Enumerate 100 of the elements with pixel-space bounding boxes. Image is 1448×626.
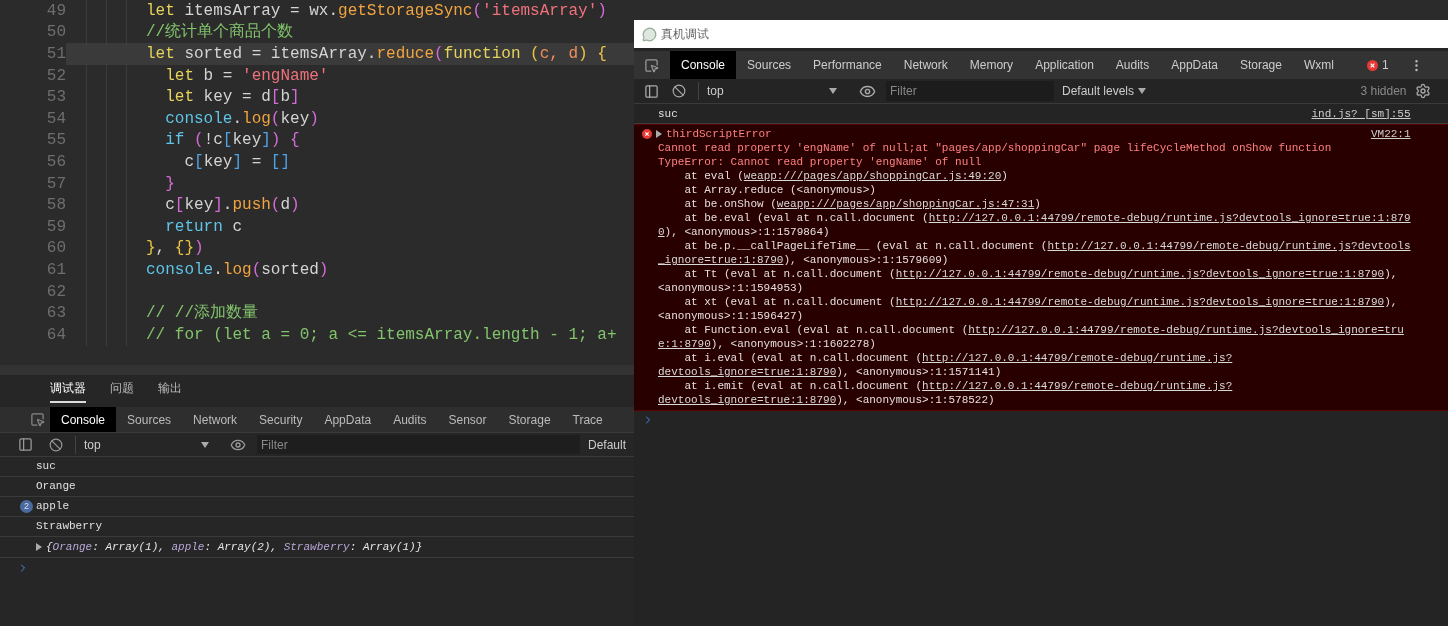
devtools-tab[interactable]: Audits: [382, 407, 438, 432]
devtools-tab[interactable]: Sensor: [437, 407, 498, 432]
filter-field[interactable]: Filter: [257, 435, 580, 454]
clear-console-icon[interactable]: [49, 437, 63, 452]
clear-console-icon[interactable]: [672, 84, 686, 98]
stack-frame-text: at Function.eval (eval at n.call.document (: [683, 323, 969, 337]
devtools-tab[interactable]: Console: [670, 51, 737, 79]
line-number: 55: [45, 130, 66, 152]
line-number: 56: [45, 151, 66, 173]
code-line: c[key].push(d): [164, 197, 300, 214]
code-line: let key = d[b]: [164, 89, 300, 106]
stack-link[interactable]: weapp:///pages/app/shoppingCar.js:49:20: [743, 169, 1002, 183]
levels-dropdown[interactable]: Default: [588, 435, 627, 454]
devtools-tab[interactable]: Sources: [736, 51, 803, 79]
devtools-tab[interactable]: Sources: [116, 407, 183, 432]
stack-frame-text: ), <anonymous>:1:1579864): [664, 225, 830, 239]
stack-frame-text: at i.emit (eval at n.call.document (: [683, 379, 923, 393]
error-text: TypeError: Cannot read property 'engName' of null: [658, 155, 982, 169]
stack-frame-text: ), <anonymous>:1:1571141): [836, 365, 1002, 379]
log-message: suc: [36, 459, 56, 475]
stack-link[interactable]: e:1:8790: [658, 337, 711, 351]
caret-icon: [1138, 88, 1147, 94]
devtools-tab[interactable]: Performance: [802, 51, 893, 79]
panel-tab[interactable]: 输出: [158, 379, 182, 403]
code-line: //统计单个商品个数: [146, 24, 294, 41]
stack-link[interactable]: http://127.0.0.1:44799/remote-debug/runtime.js?devtools: [1047, 239, 1411, 253]
stack-link[interactable]: 0: [658, 225, 665, 239]
stack-link[interactable]: http://127.0.0.1:44799/remote-debug/runtime.js?devtools_ignore=true:1:8790: [895, 295, 1385, 309]
context-select[interactable]: top: [698, 82, 843, 100]
panel-tab[interactable]: 调试器: [50, 379, 86, 403]
line-number: 59: [45, 216, 66, 238]
stack-link[interactable]: http://127.0.0.1:44799/remote-debug/runtime.js?: [922, 351, 1233, 365]
stack-link[interactable]: weapp:///pages/app/shoppingCar.js:47:31: [776, 197, 1035, 211]
code-line: let itemsArray = wx.getStorageSync('itemsArray'): [146, 2, 607, 19]
panel-tab[interactable]: 问题: [110, 379, 134, 403]
log-message: Orange: [36, 479, 76, 495]
stack-frame-text: ),: [1384, 295, 1398, 309]
expand-triangle-icon[interactable]: [656, 130, 662, 138]
repeat-count-badge: 2: [20, 500, 33, 513]
devtools-tab[interactable]: Console: [50, 407, 117, 432]
stack-frame-text: <anonymous>:1:1596427): [658, 309, 804, 323]
error-title[interactable]: thirdScriptError: [666, 127, 772, 141]
object-preview[interactable]: {Orange: Array(1), apple: Array(2), Strawberry: Array(1)}: [46, 538, 423, 556]
inspect-icon[interactable]: [30, 412, 45, 427]
line-number: 51: [45, 44, 66, 65]
devtools-tab[interactable]: Memory: [958, 51, 1025, 79]
line-number: 52: [45, 65, 66, 87]
error-icon: [1366, 59, 1378, 71]
devtools-tab[interactable]: Storage: [1228, 51, 1293, 79]
stack-link[interactable]: http://127.0.0.1:44799/remote-debug/runtime.js?devtools_ignore=tru: [968, 323, 1404, 337]
context-select[interactable]: top: [75, 435, 213, 454]
stack-frame-text: at i.eval (eval at n.call.document (: [683, 351, 923, 365]
stack-frame-text: ): [1001, 169, 1008, 183]
caret-icon: [829, 88, 837, 94]
source-link[interactable]: VM22:1: [1370, 127, 1411, 141]
log-message: Strawberry: [36, 519, 102, 535]
sidebar-toggle-icon[interactable]: [18, 437, 33, 452]
line-number: 54: [45, 108, 66, 130]
stack-frame-text: at xt (eval at n.call.document (: [683, 295, 896, 309]
code-line: if (!c[key]) {: [164, 132, 300, 149]
stack-link[interactable]: _ignore=true:1:8790: [658, 253, 784, 267]
stack-link[interactable]: http://127.0.0.1:44799/remote-debug/runtime.js?devtools_ignore=true:1:8790: [895, 267, 1385, 281]
devtools-tab[interactable]: Network: [892, 51, 959, 79]
hidden-count: 3 hidden: [1360, 83, 1407, 100]
devtools-tab[interactable]: AppData: [1160, 51, 1229, 79]
window-title: 真机调试: [661, 26, 709, 43]
devtools-tab[interactable]: AppData: [313, 407, 383, 432]
inspect-icon[interactable]: [644, 57, 659, 73]
chat-bubble-icon: [642, 26, 657, 42]
sidebar-toggle-icon[interactable]: [644, 83, 659, 99]
devtools-tab[interactable]: Audits: [1104, 51, 1161, 79]
code-line: }, {}): [146, 240, 204, 257]
code-line: // //添加数量: [146, 305, 258, 322]
devtools-tab[interactable]: Trace: [561, 407, 614, 432]
devtools-tab[interactable]: Security: [248, 407, 314, 432]
stack-link[interactable]: devtools_ignore=true:1:8790: [658, 393, 837, 407]
devtools-tab[interactable]: Storage: [497, 407, 562, 432]
error-icon: [642, 129, 652, 139]
devtools-tab[interactable]: Wxml: [1292, 51, 1345, 79]
expand-triangle-icon[interactable]: [36, 543, 42, 551]
stack-frame-text: at be.p.__callPageLifeTime__ (eval at n.call.document (: [683, 239, 1048, 253]
code-line: let sorted = itemsArray.reduce(function (c, d) {: [146, 46, 607, 62]
log-message: suc: [658, 106, 678, 121]
stack-link[interactable]: devtools_ignore=true:1:8790: [658, 365, 837, 379]
line-number: 61: [45, 259, 66, 281]
stack-frame-text: <anonymous>:1:1594953): [658, 281, 804, 295]
devtools-tab[interactable]: Network: [182, 407, 249, 432]
filter-field[interactable]: Filter: [886, 81, 1054, 101]
source-link[interactable]: ind.js? [sm]:55: [1311, 106, 1411, 121]
levels-dropdown[interactable]: Default levels: [1062, 82, 1147, 100]
stack-frame-text: at eval (: [683, 169, 744, 183]
stack-frame-text: ): [1034, 197, 1041, 211]
stack-link[interactable]: http://127.0.0.1:44799/remote-debug/runtime.js?devtools_ignore=true:1:879: [928, 211, 1411, 225]
stack-frame-text: at Tt (eval at n.call.document (: [683, 267, 896, 281]
stack-link[interactable]: http://127.0.0.1:44799/remote-debug/runtime.js?: [922, 379, 1233, 393]
code-line: console.log(sorted): [146, 261, 329, 278]
code-line: // for (let a = 0; a <= itemsArray.length - 1; a+: [146, 326, 617, 343]
line-number: 63: [45, 303, 66, 325]
settings-icon[interactable]: [1414, 83, 1431, 99]
devtools-tab[interactable]: Application: [1024, 51, 1105, 79]
